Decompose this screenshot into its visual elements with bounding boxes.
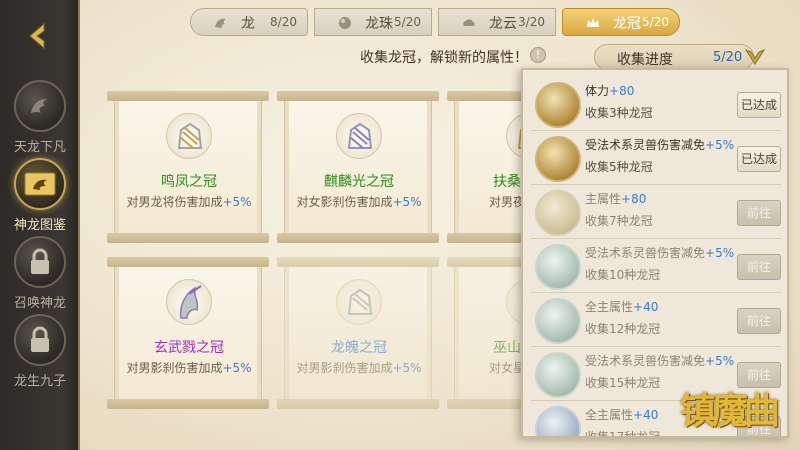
sidebar-item-descend[interactable]: 天龙下凡 xyxy=(0,80,80,158)
tab-label: 龙冠 xyxy=(613,16,641,32)
info-icon[interactable]: ! xyxy=(530,47,546,63)
reward-status-button[interactable]: 已达成 xyxy=(737,92,781,118)
crown-image xyxy=(166,279,212,325)
tab-count: 5/20 xyxy=(642,15,669,29)
reward-title: 体力+80 xyxy=(585,84,635,98)
crown-image xyxy=(166,113,212,159)
tab-label: 龙 xyxy=(241,16,255,32)
reward-title: 受法术系灵兽伤害减免+5% xyxy=(585,246,735,260)
crown-icon xyxy=(587,18,599,27)
reward-row: 受法术系灵兽伤害减免+5% 收集10种龙冠 前往 xyxy=(523,238,787,292)
sidebar-item-label: 龙生九子 xyxy=(13,374,66,389)
sidebar-item-nine-sons[interactable]: 龙生九子 xyxy=(0,314,80,392)
medal-icon xyxy=(535,352,581,398)
dragon-icon xyxy=(215,18,226,28)
reward-condition: 收集17种龙冠 xyxy=(585,430,661,438)
reward-title: 主属性+80 xyxy=(585,192,647,206)
sidebar-item-label: 神龙图鉴 xyxy=(13,218,66,233)
goto-button[interactable]: 前往 xyxy=(737,308,781,334)
tab-crown[interactable]: 龙冠 5/20 xyxy=(562,8,680,36)
back-button[interactable] xyxy=(14,14,62,58)
sidebar-item-label: 天龙下凡 xyxy=(13,140,66,155)
tab-label: 龙珠 xyxy=(365,16,393,32)
locked-icon xyxy=(14,236,66,288)
crown-name: 玄武戮之冠 xyxy=(154,340,224,356)
medal-icon xyxy=(535,244,581,290)
reward-row: 受法术系灵兽伤害减免+5% 收集5种龙冠 已达成 xyxy=(523,130,787,184)
tab-count: 8/20 xyxy=(270,15,297,29)
medal-icon xyxy=(535,406,581,436)
tab-count: 3/20 xyxy=(518,15,545,29)
reward-row: 全主属性+40 收集12种龙冠 前往 xyxy=(523,292,787,346)
locked-icon xyxy=(14,314,66,366)
back-arrow-icon xyxy=(29,22,45,50)
sidebar: 天龙下凡 神龙图鉴 召唤神龙 龙生九子 xyxy=(0,0,80,450)
dragon-icon xyxy=(14,80,66,132)
sidebar-item-summon[interactable]: 召唤神龙 xyxy=(0,236,80,314)
sidebar-item-label: 召唤神龙 xyxy=(13,296,66,311)
medal-icon xyxy=(535,82,581,128)
progress-label: 收集进度 xyxy=(617,52,673,68)
goto-button[interactable]: 前往 xyxy=(737,254,781,280)
reward-title: 全主属性+40 xyxy=(585,300,659,314)
reward-title: 全主属性+40 xyxy=(585,408,659,422)
game-logo: 镇魔曲 xyxy=(680,390,780,432)
crown-desc: 对女影刹伤害加成+5% xyxy=(296,195,422,209)
pearl-icon xyxy=(339,17,351,29)
crown-card[interactable]: 玄武戮之冠 对男影刹伤害加成+5% xyxy=(107,257,269,409)
chevron-down-icon[interactable] xyxy=(742,44,768,70)
crown-name: 龙魄之冠 xyxy=(331,340,387,356)
crown-card[interactable]: 鸣凤之冠 对男龙将伤害加成+5% xyxy=(107,91,269,243)
goto-button[interactable]: 前往 xyxy=(737,200,781,226)
crown-card[interactable]: 麒麟光之冠 对女影刹伤害加成+5% xyxy=(277,91,439,243)
tab-cloud[interactable]: 龙云 3/20 xyxy=(438,8,556,36)
reward-condition: 收集7种龙冠 xyxy=(585,214,653,228)
medal-icon xyxy=(535,298,581,344)
crown-image xyxy=(336,113,382,159)
reward-condition: 收集5种龙冠 xyxy=(585,160,653,174)
crown-desc: 对男龙将伤害加成+5% xyxy=(126,195,252,209)
crown-desc: 对男影刹伤害加成+5% xyxy=(296,361,422,375)
reward-condition: 收集15种龙冠 xyxy=(585,376,661,390)
tab-label: 龙云 xyxy=(489,16,517,32)
reward-status-button[interactable]: 已达成 xyxy=(737,146,781,172)
crown-name: 麒麟光之冠 xyxy=(324,174,394,190)
medal-icon xyxy=(535,136,581,182)
crown-card[interactable]: 龙魄之冠 对男影刹伤害加成+5% xyxy=(277,257,439,409)
reward-condition: 收集12种龙冠 xyxy=(585,322,661,336)
medal-icon xyxy=(535,190,581,236)
collect-progress[interactable]: 收集进度 5/20 xyxy=(594,44,754,70)
reward-condition: 收集3种龙冠 xyxy=(585,106,653,120)
crown-image xyxy=(336,279,382,325)
sidebar-item-codex[interactable]: 神龙图鉴 xyxy=(0,158,80,236)
reward-title: 受法术系灵兽伤害减免+5% xyxy=(585,354,735,368)
reward-title: 受法术系灵兽伤害减免+5% xyxy=(585,138,735,152)
collect-hint: 收集龙冠，解锁新的属性！ xyxy=(360,50,528,66)
crown-desc: 对男影刹伤害加成+5% xyxy=(126,361,252,375)
tab-count: 5/20 xyxy=(394,15,421,29)
cloud-icon xyxy=(463,19,475,26)
tab-dragon[interactable]: 龙 8/20 xyxy=(190,8,308,36)
dragon-book-icon xyxy=(14,158,66,210)
tab-pearl[interactable]: 龙珠 5/20 xyxy=(314,8,432,36)
reward-condition: 收集10种龙冠 xyxy=(585,268,661,282)
reward-row: 主属性+80 收集7种龙冠 前往 xyxy=(523,184,787,238)
crown-name: 鸣凤之冠 xyxy=(161,174,217,190)
reward-row: 体力+80 收集3种龙冠 已达成 xyxy=(523,76,787,130)
progress-count: 5/20 xyxy=(713,50,743,65)
